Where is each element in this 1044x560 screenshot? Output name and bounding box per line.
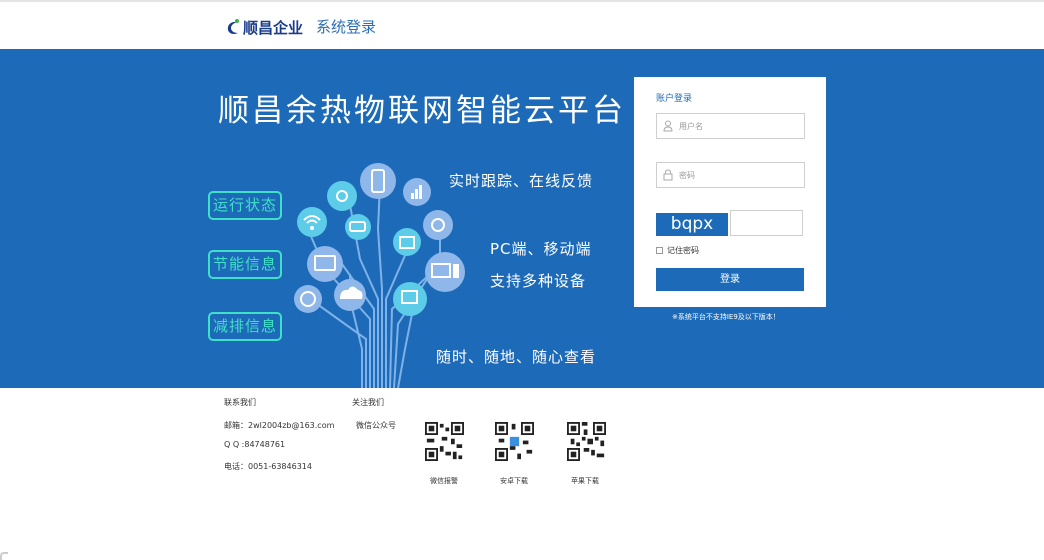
captcha-image[interactable]: bqpx bbox=[656, 213, 728, 236]
contact-phone: 电话：0051-63846314 bbox=[224, 462, 312, 471]
platform-title: 顺昌余热物联网智能云平台 bbox=[218, 93, 626, 129]
captcha-input[interactable] bbox=[730, 210, 803, 236]
qr-label-android: 安卓下载 bbox=[500, 477, 528, 485]
follow-heading: 关注我们 bbox=[352, 398, 384, 407]
company-logo-icon bbox=[227, 19, 239, 34]
slogan-multi-device: 支持多种设备 bbox=[490, 272, 587, 290]
remember-label: 记住密码 bbox=[667, 246, 699, 255]
wechat-account-label: 微信公众号 bbox=[356, 421, 396, 430]
qr-label-ios: 苹果下载 bbox=[571, 477, 599, 485]
browser-notice: ※系统平台不支持IE9及以下版本！ bbox=[672, 313, 780, 321]
device-tree-illustration bbox=[294, 163, 465, 388]
qr-label-wechat-alarm: 微信报警 bbox=[430, 477, 458, 485]
lock-icon bbox=[663, 169, 673, 181]
window-corner bbox=[0, 552, 8, 560]
username-field[interactable]: 用户名 bbox=[656, 113, 805, 139]
feature-emission-reduction: 减排信息 bbox=[208, 312, 282, 341]
password-field[interactable]: 密码 bbox=[656, 162, 805, 188]
login-panel: 账户登录 用户名 密码 bqpx 记住密码 登录 bbox=[634, 77, 826, 307]
feature-energy-saving: 节能信息 bbox=[208, 250, 282, 279]
remember-password[interactable]: 记住密码 bbox=[656, 245, 699, 256]
page-subtitle: 系统登录 bbox=[316, 18, 377, 36]
qr-code-android-download bbox=[495, 422, 534, 461]
slogan-devices: PC端、移动端 bbox=[490, 240, 592, 258]
user-icon bbox=[663, 120, 673, 132]
footer: 联系我们 关注我们 邮箱：2wl2004zb@163.com Q Q :8474… bbox=[0, 388, 1044, 560]
qr-code-wechat-alarm bbox=[425, 422, 464, 461]
company-logo: 顺昌企业 bbox=[226, 16, 303, 38]
logo-text: 顺昌企业 bbox=[243, 18, 304, 37]
hero-banner: 顺昌余热物联网智能云平台 运行状态 节能信息 减排信息 实时跟踪、在线反馈 PC… bbox=[0, 49, 1044, 388]
login-button[interactable]: 登录 bbox=[656, 268, 804, 291]
contact-qq: Q Q :84748761 bbox=[224, 440, 286, 449]
username-placeholder: 用户名 bbox=[679, 122, 703, 131]
contact-email: 邮箱：2wl2004zb@163.com bbox=[224, 421, 335, 430]
password-placeholder: 密码 bbox=[679, 171, 695, 180]
contact-heading: 联系我们 bbox=[224, 398, 256, 407]
qr-code-ios-download bbox=[567, 422, 606, 461]
feature-running-status: 运行状态 bbox=[208, 191, 282, 220]
login-title: 账户登录 bbox=[656, 94, 693, 104]
remember-checkbox[interactable] bbox=[656, 247, 663, 254]
header: 顺昌企业 系统登录 bbox=[0, 2, 1044, 49]
